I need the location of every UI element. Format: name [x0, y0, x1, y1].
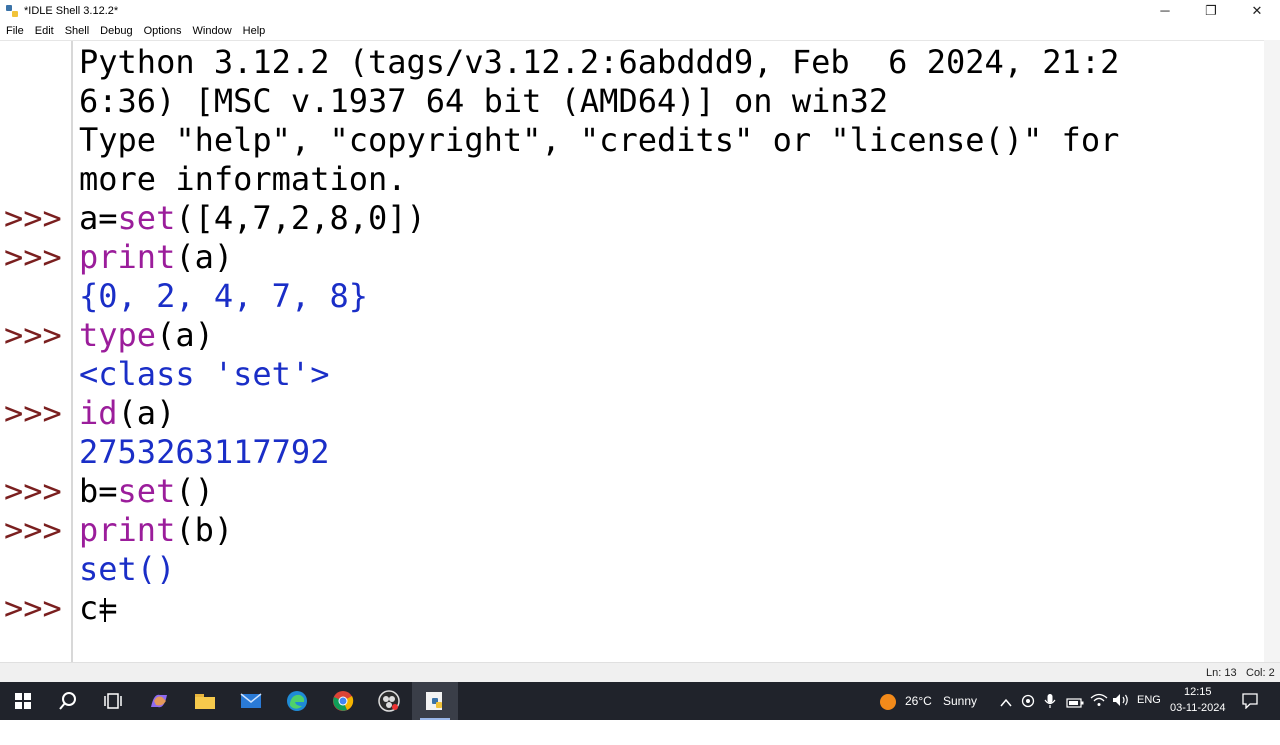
- weather-temperature[interactable]: 26°C: [905, 694, 932, 708]
- menu-window[interactable]: Window: [187, 25, 237, 37]
- menu-edit[interactable]: Edit: [29, 25, 59, 37]
- input-code: print(b): [79, 511, 233, 550]
- mail-icon[interactable]: [228, 682, 274, 720]
- clock-time[interactable]: 12:15: [1184, 686, 1212, 698]
- input-line: >>> c=: [0, 589, 1264, 628]
- windows-start-icon[interactable]: [0, 682, 46, 720]
- output-line: 2753263117792: [0, 433, 1264, 472]
- input-line: >>> print(b): [0, 511, 1264, 550]
- weather-sun-icon[interactable]: [878, 692, 898, 717]
- chrome-icon[interactable]: [320, 682, 366, 720]
- input-line: >>> a=set([4,7,2,8,0]): [0, 199, 1264, 238]
- weather-condition[interactable]: Sunny: [943, 694, 977, 708]
- code-text: b=: [79, 472, 118, 510]
- banner-text: more information.: [79, 160, 407, 198]
- input-line: >>> b=set(): [0, 472, 1264, 511]
- search-icon[interactable]: [45, 682, 91, 720]
- banner-text: Python 3.12.2 (tags/v3.12.2:6abddd9, Feb…: [79, 43, 1120, 81]
- edge-icon[interactable]: [274, 682, 320, 720]
- shell-editor[interactable]: Python 3.12.2 (tags/v3.12.2:6abddd9, Feb…: [0, 40, 1264, 663]
- code-text: (b): [175, 511, 234, 549]
- output-text: {0, 2, 4, 7, 8}: [79, 277, 368, 315]
- copilot-icon[interactable]: [136, 682, 182, 720]
- code-text: ([4,7,2,8,0]): [175, 199, 426, 237]
- code-text: (): [175, 472, 214, 510]
- wifi-icon[interactable]: [1090, 693, 1108, 712]
- meet-now-icon[interactable]: [1021, 694, 1035, 713]
- vertical-scrollbar[interactable]: [1264, 40, 1280, 662]
- shell-prompt: >>>: [4, 589, 62, 627]
- builtin-keyword: type: [79, 316, 157, 354]
- output-line: <class 'set'>: [0, 355, 1264, 394]
- obs-icon[interactable]: [366, 682, 412, 720]
- banner-line: more information.: [0, 160, 1264, 199]
- menu-file[interactable]: File: [0, 25, 29, 37]
- input-code: type(a): [79, 316, 214, 355]
- volume-icon[interactable]: [1112, 693, 1130, 712]
- banner-text: Type "help", "copyright", "credits" or "…: [79, 121, 1120, 159]
- code-text: (a): [117, 394, 176, 432]
- code-text: a=: [79, 199, 118, 237]
- language-indicator[interactable]: ENG: [1137, 694, 1161, 706]
- idle-python-icon[interactable]: [412, 682, 458, 720]
- notification-icon[interactable]: [1242, 693, 1258, 714]
- title-bar: *IDLE Shell 3.12.2* ─ ❐ ✕: [0, 0, 1280, 21]
- microphone-icon[interactable]: [1044, 693, 1056, 714]
- input-line: >>> type(a): [0, 316, 1264, 355]
- python-idle-icon: [5, 4, 19, 18]
- code-text: (a): [175, 238, 234, 276]
- output-line: {0, 2, 4, 7, 8}: [0, 277, 1264, 316]
- restore-button[interactable]: ❐: [1188, 0, 1234, 21]
- output-text: <class 'set'>: [79, 355, 330, 393]
- input-code: a=set([4,7,2,8,0]): [79, 199, 426, 238]
- code-text: (a): [156, 316, 214, 354]
- chevron-up-icon[interactable]: [1000, 695, 1012, 713]
- output-text: 2753263117792: [79, 433, 330, 471]
- banner-line: Type "help", "copyright", "credits" or "…: [0, 121, 1264, 160]
- status-line-number: Ln: 13: [1206, 667, 1237, 679]
- shell-prompt: >>>: [4, 199, 62, 237]
- taskbar: 26°C Sunny ENG 12:15 03-11-2024: [0, 682, 1280, 720]
- input-code: b=set(): [79, 472, 214, 511]
- output-text: set(): [79, 550, 176, 588]
- input-code: print(a): [79, 238, 233, 277]
- menu-bar: File Edit Shell Debug Options Window Hel…: [0, 21, 1280, 40]
- file-explorer-icon[interactable]: [182, 682, 228, 720]
- close-button[interactable]: ✕: [1234, 0, 1280, 21]
- minimize-button[interactable]: ─: [1142, 0, 1188, 21]
- input-line: >>> id(a): [0, 394, 1264, 433]
- window-controls: ─ ❐ ✕: [1142, 0, 1280, 21]
- builtin-keyword: set: [117, 199, 176, 237]
- builtin-keyword: id: [79, 394, 118, 432]
- menu-debug[interactable]: Debug: [94, 25, 137, 37]
- status-bar: Ln: 13 Col: 2: [0, 662, 1280, 683]
- task-view-icon[interactable]: [90, 682, 136, 720]
- banner-line: 6:36) [MSC v.1937 64 bit (AMD64)] on win…: [0, 82, 1264, 121]
- input-line: >>> print(a): [0, 238, 1264, 277]
- shell-prompt: >>>: [4, 394, 62, 432]
- menu-options[interactable]: Options: [138, 25, 187, 37]
- input-code: id(a): [79, 394, 175, 433]
- shell-prompt: >>>: [4, 472, 62, 510]
- builtin-keyword: print: [79, 238, 176, 276]
- shell-prompt: >>>: [4, 238, 62, 276]
- status-column-number: Col: 2: [1246, 667, 1275, 679]
- battery-icon[interactable]: [1066, 695, 1084, 713]
- builtin-keyword: print: [79, 511, 176, 549]
- menu-help[interactable]: Help: [237, 25, 271, 37]
- clock-date[interactable]: 03-11-2024: [1170, 702, 1225, 714]
- text-cursor-icon: [103, 598, 114, 622]
- window-title: *IDLE Shell 3.12.2*: [24, 4, 119, 17]
- output-line: set(): [0, 550, 1264, 589]
- builtin-keyword: set: [117, 472, 176, 510]
- input-code[interactable]: c=: [79, 589, 118, 628]
- shell-prompt: >>>: [4, 511, 62, 549]
- banner-text: 6:36) [MSC v.1937 64 bit (AMD64)] on win…: [79, 82, 889, 120]
- shell-prompt: >>>: [4, 316, 62, 354]
- banner-line: Python 3.12.2 (tags/v3.12.2:6abddd9, Feb…: [0, 43, 1264, 82]
- menu-shell[interactable]: Shell: [59, 25, 94, 37]
